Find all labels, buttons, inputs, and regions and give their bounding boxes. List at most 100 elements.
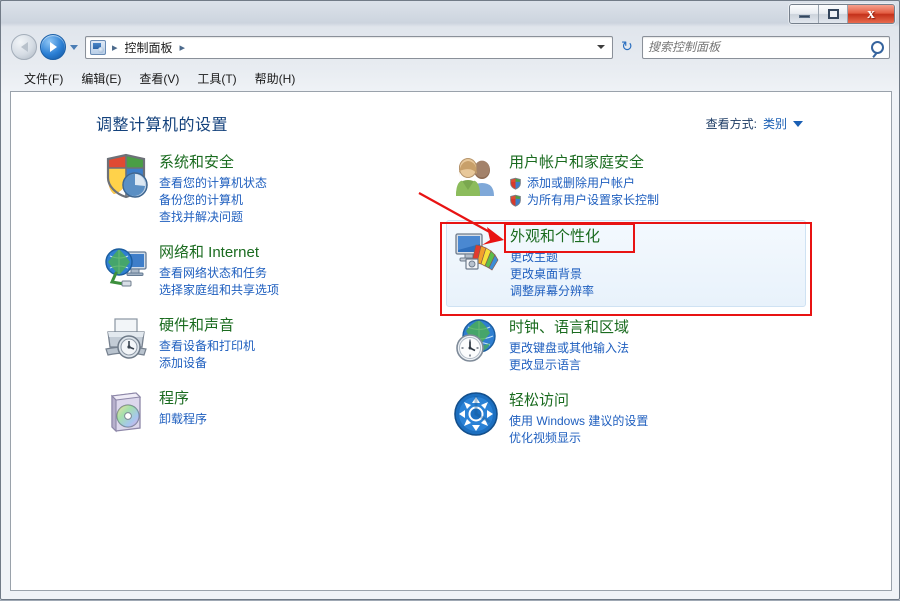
refresh-button[interactable]: ↻ (615, 36, 639, 59)
category-title[interactable]: 用户帐户和家庭安全 (509, 153, 644, 173)
category-title[interactable]: 时钟、语言和区域 (509, 318, 629, 338)
control-panel-window: x ▸ 控制面板 ▸ ↻ 搜索控制面板 文件(F) 编辑(E) 查看(V) 工具… (0, 0, 900, 600)
view-by-selector[interactable]: 查看方式: 类别 (706, 115, 803, 132)
category-link[interactable]: 备份您的计算机 (159, 192, 450, 209)
category-link[interactable]: 添加或删除用户帐户 (509, 175, 800, 192)
category-link-label: 备份您的计算机 (159, 193, 244, 207)
category-link-label: 查看您的计算机状态 (159, 176, 268, 190)
category-link-label: 更改键盘或其他输入法 (509, 341, 630, 355)
chevron-down-icon[interactable] (793, 120, 803, 127)
category-network-and-internet[interactable]: 网络和 Internet 查看网络状态和任务 选择家庭组和共享选项 (96, 237, 456, 305)
category-link[interactable]: 查看您的计算机状态 (159, 175, 450, 192)
menu-item-view[interactable]: 查看(V) (130, 68, 188, 89)
category-link[interactable]: 查看设备和打印机 (159, 338, 450, 355)
category-link-label: 更改显示语言 (509, 358, 582, 372)
category-link[interactable]: 查找并解决问题 (159, 209, 450, 226)
menu-item-file[interactable]: 文件(F) (15, 68, 72, 89)
category-link-label: 使用 Windows 建议的设置 (509, 414, 649, 428)
uac-shield-icon (509, 194, 522, 207)
chevron-down-icon (597, 45, 605, 49)
category-link-label: 添加或删除用户帐户 (527, 176, 636, 190)
forward-button[interactable] (40, 34, 66, 60)
category-title[interactable]: 程序 (159, 389, 189, 409)
view-by-label: 查看方式: (705, 117, 757, 131)
category-clock-language-and-region[interactable]: 时钟、语言和区域 更改键盘或其他输入法 更改显示语言 (446, 312, 806, 380)
address-dropdown-button[interactable] (597, 45, 609, 49)
category-body: 外观和个性化 更改主题 更改桌面背景 调整屏幕分辨率 (510, 226, 799, 300)
minimize-button[interactable] (790, 5, 819, 23)
category-link[interactable]: 选择家庭组和共享选项 (159, 282, 450, 299)
category-title[interactable]: 硬件和声音 (159, 316, 234, 336)
category-link[interactable]: 添加设备 (159, 355, 450, 372)
category-link[interactable]: 调整屏幕分辨率 (510, 283, 799, 300)
category-link-label: 选择家庭组和共享选项 (159, 283, 280, 297)
close-icon: x (867, 5, 875, 22)
category-link-label: 优化视频显示 (509, 431, 582, 445)
menu-item-edit[interactable]: 编辑(E) (72, 68, 130, 89)
title-bar: x (1, 1, 899, 27)
category-link[interactable]: 更改显示语言 (509, 357, 800, 374)
breadcrumb-control-panel[interactable]: 控制面板 (122, 37, 176, 58)
category-link[interactable]: 优化视频显示 (509, 430, 800, 447)
category-link[interactable]: 使用 Windows 建议的设置 (509, 413, 800, 430)
history-dropdown-button[interactable] (67, 44, 81, 50)
appearance-monitor-icon (453, 226, 501, 274)
menu-item-help[interactable]: 帮助(H) (246, 68, 305, 89)
category-title[interactable]: 轻松访问 (509, 391, 569, 411)
category-link[interactable]: 更改主题 (510, 249, 799, 266)
category-system-and-security[interactable]: 系统和安全 查看您的计算机状态 备份您的计算机 查找并解决问题 (96, 147, 456, 232)
category-body: 轻松访问 使用 Windows 建议的设置 优化视频显示 (509, 390, 800, 447)
category-appearance-and-personalization[interactable]: 外观和个性化 更改主题 更改桌面背景 调整屏幕分辨率 (446, 220, 806, 307)
category-link-label: 查看网络状态和任务 (159, 266, 268, 280)
category-link[interactable]: 更改桌面背景 (510, 266, 799, 283)
network-globe-icon (102, 242, 150, 290)
address-bar[interactable]: ▸ 控制面板 ▸ (85, 35, 613, 59)
search-input[interactable] (648, 40, 868, 54)
maximize-button[interactable] (819, 5, 848, 23)
search-box[interactable] (642, 35, 890, 59)
category-ease-of-access[interactable]: 轻松访问 使用 Windows 建议的设置 优化视频显示 (446, 385, 806, 453)
category-link-label: 添加设备 (159, 356, 208, 370)
category-link[interactable]: 更改键盘或其他输入法 (509, 340, 800, 357)
navigation-bar: ▸ 控制面板 ▸ ↻ (1, 29, 899, 65)
page-title: 调整计算机的设置 (96, 117, 229, 134)
category-link-label: 查找并解决问题 (159, 210, 244, 224)
menu-bar: 文件(F) 编辑(E) 查看(V) 工具(T) 帮助(H) (1, 67, 899, 89)
view-by-value[interactable]: 类别 (763, 115, 787, 132)
maximize-icon (827, 9, 839, 19)
control-panel-icon (90, 39, 106, 55)
category-title[interactable]: 网络和 Internet (159, 243, 259, 263)
category-hardware-and-sound[interactable]: 硬件和声音 查看设备和打印机 添加设备 (96, 310, 456, 378)
category-link[interactable]: 查看网络状态和任务 (159, 265, 450, 282)
menu-item-tools[interactable]: 工具(T) (188, 68, 245, 89)
category-title[interactable]: 系统和安全 (159, 153, 234, 173)
category-column-left: 系统和安全 查看您的计算机状态 备份您的计算机 查找并解决问题 网络和 Inte… (96, 147, 456, 447)
category-programs[interactable]: 程序 卸载程序 (96, 383, 456, 442)
category-link-label: 更改主题 (510, 250, 559, 264)
category-link[interactable]: 卸载程序 (159, 411, 450, 428)
category-body: 用户帐户和家庭安全 添加或删除用户帐户 为所有用户设置家长控制 (509, 152, 800, 209)
category-body: 系统和安全 查看您的计算机状态 备份您的计算机 查找并解决问题 (159, 152, 450, 226)
window-controls: x (789, 4, 895, 24)
security-shield-icon (102, 152, 150, 200)
category-body: 网络和 Internet 查看网络状态和任务 选择家庭组和共享选项 (159, 242, 450, 299)
category-title[interactable]: 外观和个性化 (510, 227, 600, 247)
printer-hardware-icon (102, 315, 150, 363)
breadcrumb-separator-icon: ▸ (112, 41, 118, 54)
back-button[interactable] (11, 34, 37, 60)
clock-globe-icon (452, 317, 500, 365)
category-body: 硬件和声音 查看设备和打印机 添加设备 (159, 315, 450, 372)
category-user-accounts-and-family-safety[interactable]: 用户帐户和家庭安全 添加或删除用户帐户 为所有用户设置家长控制 (446, 147, 806, 215)
category-link-label: 为所有用户设置家长控制 (527, 193, 660, 207)
category-body: 程序 卸载程序 (159, 388, 450, 436)
category-link-label: 调整屏幕分辨率 (510, 284, 595, 298)
content-pane: 调整计算机的设置 查看方式: 类别 系统和安全 查看您的计算机状态 备份您的计算… (10, 91, 892, 591)
category-link[interactable]: 为所有用户设置家长控制 (509, 192, 800, 209)
breadcrumb-separator-trailing-icon[interactable]: ▸ (176, 41, 190, 54)
refresh-icon: ↻ (621, 39, 633, 55)
close-button[interactable]: x (848, 5, 894, 23)
uac-shield-icon (509, 177, 522, 190)
user-accounts-icon (452, 152, 500, 200)
programs-box-icon (102, 388, 150, 436)
category-link-label: 卸载程序 (159, 412, 208, 426)
